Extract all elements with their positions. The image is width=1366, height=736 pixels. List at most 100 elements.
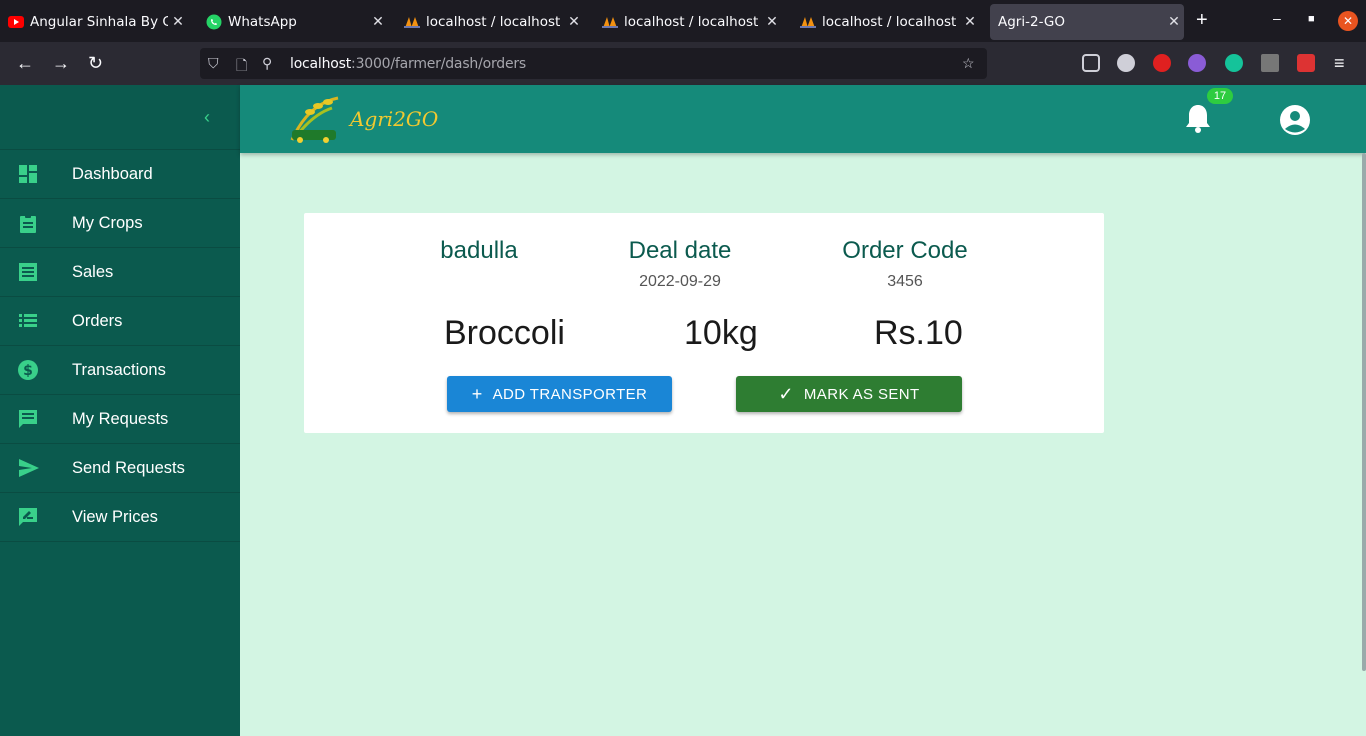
scrollbar[interactable] bbox=[1362, 153, 1366, 671]
tab-agri2go[interactable]: Agri-2-GO ✕ bbox=[990, 4, 1184, 40]
new-tab-icon[interactable]: + bbox=[1196, 10, 1208, 30]
deal-date-label: Deal date bbox=[628, 237, 732, 264]
notification-badge: 17 bbox=[1207, 88, 1233, 104]
url-text: localhost:3000/farmer/dash/orders bbox=[290, 56, 526, 72]
sidebar-item-my-crops[interactable]: My Crops bbox=[0, 199, 240, 248]
receipt-icon bbox=[0, 262, 72, 282]
sidebar-item-view-prices[interactable]: View Prices bbox=[0, 493, 240, 542]
tab-title: localhost / localhost / bbox=[624, 14, 762, 30]
phpmyadmin-icon bbox=[404, 14, 420, 30]
url-bar[interactable]: ⛉ 🗋 ⚲ localhost:3000/farmer/dash/orders … bbox=[200, 48, 987, 79]
phpmyadmin-icon bbox=[602, 14, 618, 30]
sidebar-item-dashboard[interactable]: Dashboard bbox=[0, 150, 240, 199]
deal-date-value: 2022-09-29 bbox=[639, 273, 721, 290]
sidebar-item-transactions[interactable]: $ Transactions bbox=[0, 346, 240, 395]
sidebar: ‹ Dashboard My Crops Sales Orders $ Tran… bbox=[0, 85, 240, 736]
sidebar-item-label: Orders bbox=[72, 311, 123, 330]
sidebar-item-my-requests[interactable]: My Requests bbox=[0, 395, 240, 444]
sidebar-item-send-requests[interactable]: Send Requests bbox=[0, 444, 240, 493]
reload-icon[interactable]: ↻ bbox=[88, 54, 103, 72]
permissions-icon[interactable]: ⚲ bbox=[262, 55, 272, 72]
mark-as-sent-label: MARK AS SENT bbox=[803, 385, 920, 403]
close-icon[interactable]: ✕ bbox=[168, 14, 188, 30]
whatsapp-icon bbox=[206, 14, 222, 30]
tab-title: localhost / localhost / bbox=[822, 14, 960, 30]
crop-name: Broccoli bbox=[444, 314, 565, 352]
tab-phpmyadmin-1[interactable]: localhost / localhost / ✕ bbox=[404, 4, 584, 40]
order-code-value: 3456 bbox=[887, 273, 923, 290]
tab-phpmyadmin-2[interactable]: localhost / localhost / ✕ bbox=[602, 4, 782, 40]
browser-tab-bar: Angular Sinhala By Cha ✕ WhatsApp ✕ loca… bbox=[0, 0, 1366, 42]
add-transporter-button[interactable]: + ADD TRANSPORTER bbox=[447, 376, 672, 412]
tab-youtube[interactable]: Angular Sinhala By Cha ✕ bbox=[8, 4, 188, 40]
message-icon bbox=[0, 409, 72, 429]
extension-drop-icon[interactable] bbox=[1188, 54, 1206, 72]
extension-d-icon[interactable] bbox=[1117, 54, 1135, 72]
svg-text:$: $ bbox=[23, 363, 33, 379]
order-location: badulla bbox=[440, 237, 518, 264]
account-icon[interactable] bbox=[1279, 104, 1311, 141]
edit-message-icon bbox=[0, 507, 72, 527]
dollar-icon: $ bbox=[0, 360, 72, 380]
crop-quantity: 10kg bbox=[684, 314, 758, 352]
sidebar-item-label: Sales bbox=[72, 262, 114, 281]
extension-puzzle-icon[interactable] bbox=[1297, 54, 1315, 72]
pocket-icon[interactable] bbox=[1082, 54, 1100, 72]
tab-whatsapp[interactable]: WhatsApp ✕ bbox=[206, 4, 388, 40]
shield-icon[interactable]: ⛉ bbox=[208, 55, 219, 72]
close-icon[interactable]: ✕ bbox=[762, 14, 782, 30]
sidebar-item-label: Dashboard bbox=[72, 164, 153, 183]
forward-icon[interactable]: → bbox=[52, 54, 70, 72]
grammarly-icon[interactable] bbox=[1225, 54, 1243, 72]
sidebar-item-label: View Prices bbox=[72, 507, 158, 526]
close-icon[interactable]: ✕ bbox=[564, 14, 584, 30]
page-icon[interactable]: 🗋 bbox=[236, 55, 247, 79]
send-icon bbox=[0, 458, 72, 478]
logo[interactable]: Agri2GO bbox=[288, 93, 438, 145]
close-window-icon[interactable]: ✕ bbox=[1338, 11, 1358, 31]
phpmyadmin-icon bbox=[800, 14, 816, 30]
logo-text: Agri2GO bbox=[350, 107, 439, 131]
clipboard-icon bbox=[0, 213, 72, 233]
plus-icon: + bbox=[471, 383, 483, 404]
list-icon bbox=[0, 311, 72, 331]
sidebar-item-sales[interactable]: Sales bbox=[0, 248, 240, 297]
minimize-icon[interactable]: ‒ bbox=[1273, 10, 1281, 26]
youtube-icon bbox=[8, 14, 24, 30]
bookmark-star-icon[interactable]: ☆ bbox=[962, 55, 975, 72]
close-icon[interactable]: ✕ bbox=[1164, 14, 1184, 30]
sidebar-item-label: My Requests bbox=[72, 409, 169, 428]
sidebar-header: ‹ bbox=[0, 85, 240, 150]
order-card: badulla Deal date 2022-09-29 Order Code … bbox=[304, 213, 1104, 433]
tab-title: Agri-2-GO bbox=[998, 14, 1066, 30]
order-code-column: Order Code 3456 bbox=[830, 237, 980, 291]
maximize-icon[interactable]: ■ bbox=[1308, 13, 1315, 25]
chevron-left-icon[interactable]: ‹ bbox=[204, 107, 210, 128]
app-header: Agri2GO 17 bbox=[240, 85, 1366, 153]
browser-nav-bar: ← → ↻ ⛉ 🗋 ⚲ localhost:3000/farmer/dash/o… bbox=[0, 42, 1366, 85]
bell-icon[interactable] bbox=[1185, 103, 1211, 138]
dashboard-icon bbox=[0, 164, 72, 184]
sidebar-item-orders[interactable]: Orders bbox=[0, 297, 240, 346]
tab-phpmyadmin-3[interactable]: localhost / localhost / ✕ bbox=[800, 4, 980, 40]
location-column: badulla bbox=[424, 237, 534, 265]
menu-icon[interactable]: ≡ bbox=[1334, 54, 1345, 72]
order-code-label: Order Code bbox=[842, 237, 968, 264]
close-icon[interactable]: ✕ bbox=[368, 14, 388, 30]
close-icon[interactable]: ✕ bbox=[960, 14, 980, 30]
sidebar-item-label: My Crops bbox=[72, 213, 143, 232]
tab-title: localhost / localhost / bbox=[426, 14, 564, 30]
url-path: :3000/farmer/dash/orders bbox=[351, 56, 527, 72]
tab-title: WhatsApp bbox=[228, 14, 297, 30]
sidebar-item-label: Transactions bbox=[72, 360, 166, 379]
sidebar-item-label: Send Requests bbox=[72, 458, 185, 477]
deal-date-column: Deal date 2022-09-29 bbox=[615, 237, 745, 291]
crop-price: Rs.10 bbox=[874, 314, 963, 352]
extension-hand-icon[interactable] bbox=[1153, 54, 1171, 72]
back-icon[interactable]: ← bbox=[16, 54, 34, 72]
add-transporter-label: ADD TRANSPORTER bbox=[492, 385, 648, 403]
url-host: localhost bbox=[290, 56, 352, 72]
wheat-logo-icon bbox=[290, 96, 339, 143]
extension-z-icon[interactable] bbox=[1261, 54, 1279, 72]
mark-as-sent-button[interactable]: ✓ MARK AS SENT bbox=[736, 376, 962, 412]
